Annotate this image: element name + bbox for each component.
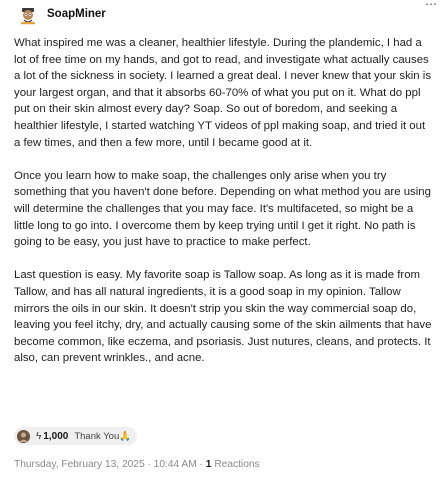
post-paragraph: Last question is easy. My favorite soap … xyxy=(14,269,432,365)
author-name[interactable]: SoapMiner xyxy=(47,8,106,20)
post-card: SoapMiner ⋯ What inspired me was a clean… xyxy=(0,0,445,487)
post-header: SoapMiner ⋯ xyxy=(16,0,445,27)
user-avatar-icon xyxy=(17,429,30,443)
post-body: What inspired me was a cleaner, healthie… xyxy=(14,35,432,383)
zap-amount: 1,000 xyxy=(43,430,69,442)
zap-pill[interactable]: ϟ 1,000 Thank You🙏 xyxy=(14,427,138,445)
more-options-icon[interactable]: ⋯ xyxy=(425,0,437,11)
post-paragraph: What inspired me was a cleaner, healthie… xyxy=(14,37,432,149)
zap-message: Thank You🙏 xyxy=(74,430,132,442)
soap-logo-icon xyxy=(16,3,40,27)
zapper-avatar xyxy=(17,429,30,443)
reactions-count[interactable]: 1 xyxy=(206,459,212,470)
lightning-bolt-icon: ϟ xyxy=(36,430,42,442)
post-paragraph: Once you learn how to make soap, the cha… xyxy=(14,169,431,249)
post-meta: Thursday, February 13, 2025 · 10:44 AM ·… xyxy=(14,459,260,470)
reactions-link[interactable]: Reactions xyxy=(214,459,259,470)
post-timestamp: Thursday, February 13, 2025 · 10:44 AM · xyxy=(14,459,203,470)
author-avatar[interactable] xyxy=(16,3,40,27)
